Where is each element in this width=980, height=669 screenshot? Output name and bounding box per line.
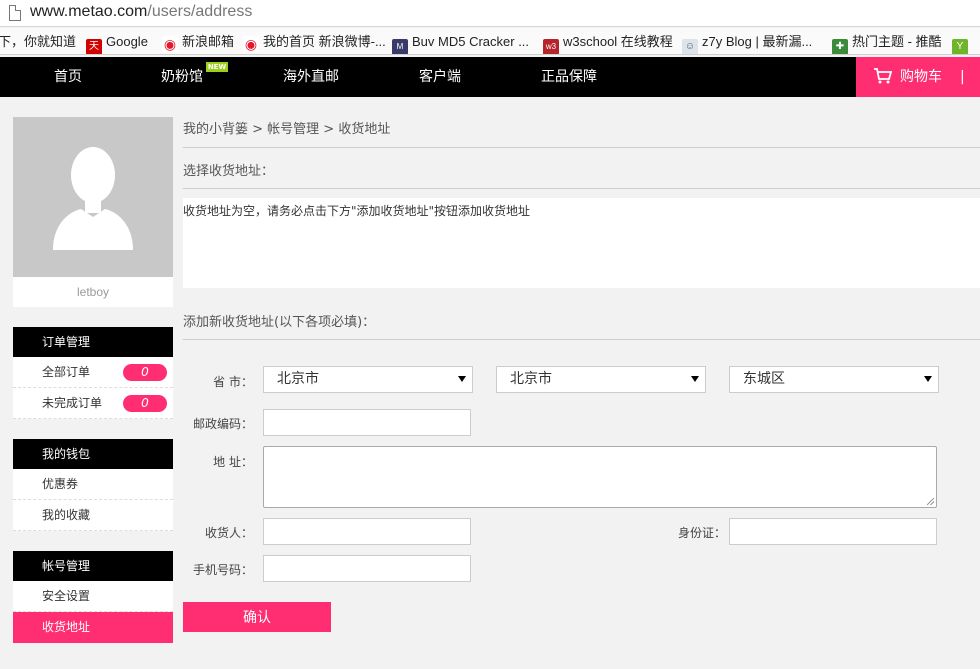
page-icon bbox=[9, 5, 21, 21]
province-select[interactable]: 北京市 bbox=[263, 366, 473, 393]
phone-input[interactable] bbox=[263, 555, 471, 582]
breadcrumb: 我的小背篓 > 帐号管理 > 收货地址 bbox=[183, 122, 391, 137]
bookmark-item[interactable]: Y bbox=[952, 33, 972, 54]
province-label: 省 市： bbox=[213, 375, 253, 389]
section-my-wallet: 我的钱包 bbox=[13, 439, 173, 469]
order-count-badge: 0 bbox=[123, 395, 167, 412]
section-account-management: 帐号管理 bbox=[13, 551, 173, 581]
weibo-icon: ◉ bbox=[243, 36, 259, 52]
confirm-button[interactable]: 确认 bbox=[183, 602, 331, 632]
dropdown-arrow-icon bbox=[691, 376, 699, 382]
avatar[interactable] bbox=[13, 117, 173, 277]
sidebar-item-security-settings[interactable]: 安全设置 bbox=[13, 581, 173, 612]
bookmark-item[interactable]: ◉ 新浪邮箱 bbox=[162, 33, 235, 52]
section-order-management: 订单管理 bbox=[13, 327, 173, 357]
bookmark-item[interactable]: ◉ 我的首页 新浪微博-... bbox=[243, 33, 386, 52]
bookmark-item[interactable]: 天 Google bbox=[86, 33, 148, 54]
url-host: www.metao.com bbox=[30, 3, 148, 20]
bookmark-label: z7y Blog | 最新漏... bbox=[702, 34, 813, 49]
tmall-icon: 天 bbox=[86, 39, 102, 54]
cart-icon bbox=[874, 68, 892, 84]
bookmark-item[interactable]: 下，你就知道 bbox=[0, 33, 76, 51]
address-list-empty: 收货地址为空，请务必点击下方"添加收货地址"按钮添加收货地址 bbox=[183, 198, 980, 288]
tuicool-icon: ✚ bbox=[832, 39, 848, 54]
bookmark-item[interactable]: ☺ z7y Blog | 最新漏... bbox=[682, 33, 813, 54]
nav-milk-powder[interactable]: 奶粉馆 bbox=[152, 57, 212, 97]
district-select[interactable]: 东城区 bbox=[729, 366, 939, 393]
bookmark-label: 新浪邮箱 bbox=[182, 34, 235, 49]
divider bbox=[183, 147, 980, 148]
bookmark-label: 热门主题 - 推酷 bbox=[852, 34, 942, 49]
new-badge: NEW bbox=[206, 62, 228, 72]
select-address-title: 选择收货地址： bbox=[183, 164, 275, 179]
resize-grip-icon[interactable] bbox=[927, 498, 934, 505]
bookmark-label: w3school 在线教程 bbox=[563, 34, 673, 49]
id-card-label: 身份证： bbox=[677, 526, 726, 540]
phone-label: 手机号码： bbox=[192, 563, 253, 577]
address-textarea[interactable] bbox=[263, 446, 937, 508]
sidebar-item-pending-orders[interactable]: 未完成订单 0 bbox=[13, 388, 173, 419]
dropdown-arrow-icon bbox=[924, 376, 932, 382]
cart-button[interactable]: 购物车 | bbox=[856, 57, 980, 97]
bookmark-item[interactable]: ✚ 热门主题 - 推酷 bbox=[832, 33, 942, 54]
w3school-icon: w3 bbox=[543, 39, 559, 54]
sidebar-item-favorites[interactable]: 我的收藏 bbox=[13, 500, 173, 531]
bookmark-item[interactable]: M Buv MD5 Cracker ... bbox=[392, 33, 530, 54]
nav-home[interactable]: 首页 bbox=[38, 57, 98, 97]
city-value: 北京市 bbox=[510, 371, 552, 387]
top-nav: 首页 奶粉馆 海外直邮 客户端 正品保障 bbox=[0, 57, 980, 97]
user-avatar-icon bbox=[53, 147, 133, 250]
bookmark-label: 下，你就知道 bbox=[0, 34, 77, 49]
nav-client[interactable]: 客户端 bbox=[410, 57, 470, 97]
sidebar-item-coupons[interactable]: 优惠券 bbox=[13, 469, 173, 500]
order-count-badge: 0 bbox=[123, 364, 167, 381]
username: letboy bbox=[13, 277, 173, 307]
sidebar-item-label: 未完成订单 bbox=[42, 396, 103, 410]
city-select[interactable]: 北京市 bbox=[496, 366, 706, 393]
url-text[interactable]: www.metao.com/users/address bbox=[30, 3, 252, 21]
cart-separator: | bbox=[960, 69, 965, 85]
sidebar-item-shipping-address[interactable]: 收货地址 bbox=[13, 612, 173, 643]
cart-label: 购物车 bbox=[900, 69, 942, 85]
empty-message: 收货地址为空，请务必点击下方"添加收货地址"按钮添加收货地址 bbox=[183, 204, 531, 218]
browser-address-bar[interactable]: www.metao.com/users/address bbox=[0, 0, 980, 27]
divider bbox=[183, 188, 980, 189]
postcode-input[interactable] bbox=[263, 409, 471, 436]
url-path: /users/address bbox=[147, 3, 253, 20]
sidebar-item-label: 全部订单 bbox=[42, 365, 91, 379]
divider bbox=[183, 339, 980, 340]
blog-icon: ☺ bbox=[682, 39, 698, 54]
address-label: 地 址： bbox=[213, 455, 253, 469]
district-value: 东城区 bbox=[743, 371, 785, 387]
weibo-icon: ◉ bbox=[162, 36, 178, 52]
sidebar-item-all-orders[interactable]: 全部订单 0 bbox=[13, 357, 173, 388]
md5-icon: M bbox=[392, 39, 408, 54]
postcode-label: 邮政编码： bbox=[192, 417, 253, 431]
nav-authentic-guarantee[interactable]: 正品保障 bbox=[534, 57, 604, 97]
bookmark-item[interactable]: w3 w3school 在线教程 bbox=[543, 33, 673, 54]
receiver-label: 收货人： bbox=[204, 526, 253, 540]
bookmark-label: Buv MD5 Cracker ... bbox=[412, 34, 530, 49]
bookmark-label: Google bbox=[106, 34, 148, 49]
dropdown-arrow-icon bbox=[458, 376, 466, 382]
province-value: 北京市 bbox=[277, 371, 319, 387]
add-address-title: 添加新收货地址(以下各项必填)： bbox=[183, 315, 376, 330]
id-card-input[interactable] bbox=[729, 518, 937, 545]
bookmarks-bar: 下，你就知道 天 Google ◉ 新浪邮箱 ◉ 我的首页 新浪微博-... M Buv… bbox=[0, 28, 980, 55]
y-icon: Y bbox=[952, 39, 968, 54]
nav-overseas-direct[interactable]: 海外直邮 bbox=[276, 57, 346, 97]
bookmark-label: 我的首页 新浪微博-... bbox=[263, 34, 386, 49]
receiver-input[interactable] bbox=[263, 518, 471, 545]
